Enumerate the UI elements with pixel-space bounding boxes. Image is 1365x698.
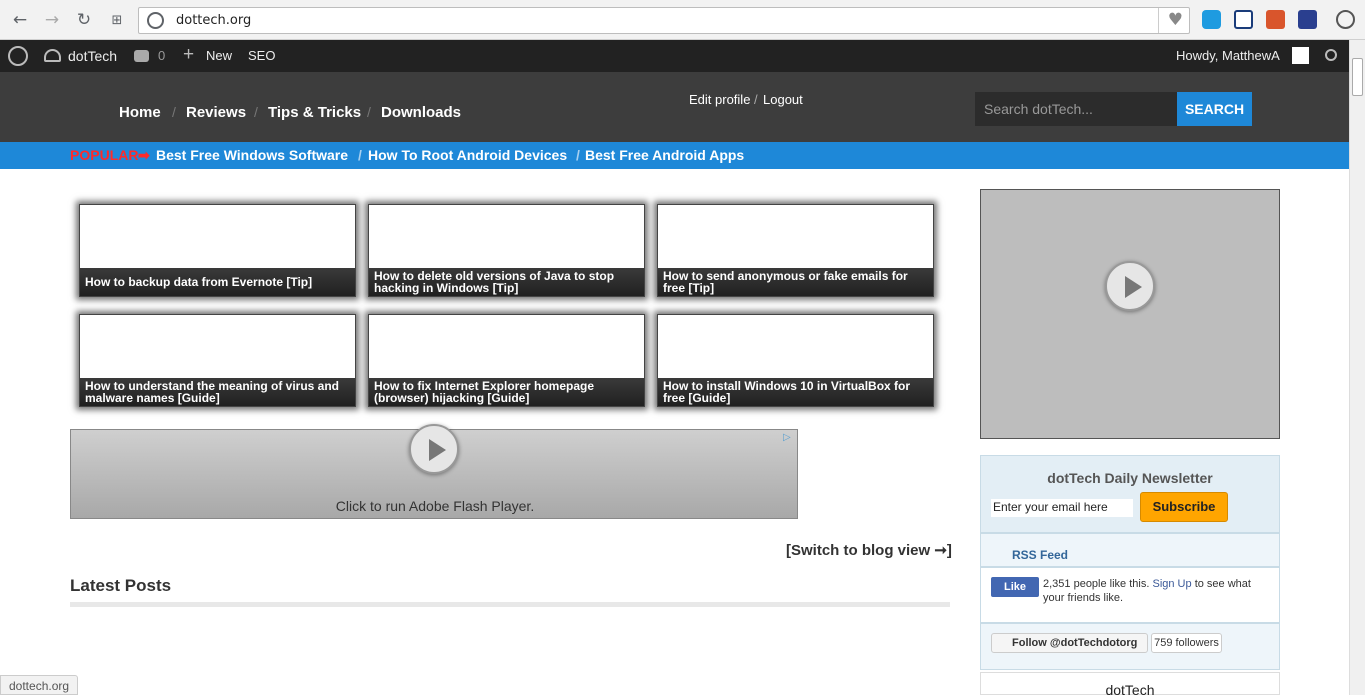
avatar[interactable] (1292, 47, 1309, 64)
popular-separator: / (358, 147, 362, 163)
sidebar-footer-box: dotTech (980, 672, 1280, 698)
featured-post-thumb[interactable]: How to backup data from Evernote [Tip] (79, 204, 356, 297)
latest-posts-heading: Latest Posts (70, 576, 172, 595)
site-header: Home / Reviews / Tips & Tricks / Downloa… (0, 72, 1349, 142)
nav-downloads[interactable]: Downloads (381, 104, 461, 121)
subscribe-button[interactable]: Subscribe (1140, 492, 1228, 522)
address-url: dottech.org (176, 13, 252, 28)
profile-separator: / (754, 92, 758, 107)
twitter-followers-count: 759 followers (1151, 633, 1222, 653)
download-icon[interactable] (1336, 10, 1355, 29)
featured-post-thumb[interactable]: How to fix Internet Explorer homepage (b… (368, 314, 645, 407)
logout-link[interactable]: Logout (763, 92, 803, 107)
popular-arrow-icon: ➡ (138, 147, 150, 163)
extension-circle-icon[interactable] (1202, 10, 1221, 29)
play-icon[interactable] (409, 424, 459, 474)
facebook-like-box: Like 2,351 people like this. Sign Up to … (980, 567, 1280, 623)
dashboard-icon[interactable] (44, 49, 61, 62)
admin-seo[interactable]: SEO (248, 48, 275, 63)
apps-grid-icon[interactable]: ⊞ (105, 8, 129, 32)
nav-home[interactable]: Home (119, 104, 161, 121)
featured-post-thumb[interactable]: How to delete old versions of Java to st… (368, 204, 645, 297)
popular-label: POPULAR (70, 147, 139, 163)
nav-separator: / (254, 104, 258, 120)
site-info-icon[interactable] (147, 12, 164, 29)
popular-link-android-apps[interactable]: Best Free Android Apps (585, 147, 744, 163)
admin-howdy[interactable]: Howdy, MatthewA (1176, 48, 1280, 63)
rss-feed-link[interactable]: RSS Feed (1012, 548, 1068, 562)
flash-message: Click to run Adobe Flash Player. (335, 498, 535, 514)
newsletter-email-input[interactable]: Enter your email here (991, 499, 1133, 517)
twitter-follow-button[interactable]: Follow @dotTechdotorg (991, 633, 1148, 653)
nav-tips-tricks[interactable]: Tips & Tricks (268, 104, 361, 121)
page-scrollbar[interactable] (1349, 40, 1365, 695)
admin-search-icon[interactable] (1325, 49, 1337, 61)
featured-post-title[interactable]: How to fix Internet Explorer homepage (b… (369, 378, 644, 406)
reload-icon[interactable]: ↻ (72, 8, 96, 32)
nav-separator: / (172, 104, 176, 120)
play-icon[interactable] (1105, 261, 1155, 311)
admin-new[interactable]: New (206, 48, 232, 63)
extension-user-icon[interactable] (1298, 10, 1317, 29)
flash-ad-banner[interactable]: Click to run Adobe Flash Player. ▷ (70, 424, 798, 519)
featured-post-title[interactable]: How to send anonymous or fake emails for… (658, 268, 933, 296)
popular-link-android-root[interactable]: How To Root Android Devices (368, 147, 567, 163)
search-button[interactable]: SEARCH (1177, 92, 1252, 126)
admin-site-name[interactable]: dotTech (68, 48, 117, 64)
facebook-like-count: 2,351 people like this. (1043, 578, 1150, 590)
featured-post-title[interactable]: How to delete old versions of Java to st… (369, 268, 644, 296)
rss-box: RSS Feed (980, 533, 1280, 567)
featured-post-title[interactable]: How to install Windows 10 in VirtualBox … (658, 378, 933, 406)
featured-post-thumb[interactable]: How to install Windows 10 in VirtualBox … (657, 314, 934, 407)
sidebar-footer-title: dotTech (1105, 682, 1155, 698)
newsletter-title: dotTech Daily Newsletter (1047, 470, 1213, 486)
featured-post-thumb[interactable]: How to understand the meaning of virus a… (79, 314, 356, 407)
browser-toolbar: ← → ↻ ⊞ dottech.org ♥ (0, 0, 1365, 40)
plus-icon[interactable]: + (183, 44, 194, 66)
status-url-bubble: dottech.org (0, 675, 79, 695)
popular-bar: POPULAR ➡ Best Free Windows Software / H… (0, 142, 1349, 169)
facebook-like-text: 2,351 people like this. Sign Up to see w… (1043, 577, 1273, 605)
heart-icon[interactable]: ♥ (1168, 10, 1183, 30)
adchoices-icon[interactable]: ▷ (783, 432, 791, 443)
facebook-like-button[interactable]: Like (991, 577, 1039, 597)
scrollbar-thumb[interactable] (1352, 58, 1363, 96)
nav-separator: / (367, 104, 371, 120)
sidebar-video-ad[interactable] (980, 189, 1280, 439)
address-divider (1158, 8, 1159, 33)
nav-reviews[interactable]: Reviews (186, 104, 246, 121)
newsletter-box: dotTech Daily Newsletter Enter your emai… (980, 455, 1280, 533)
forward-icon[interactable]: → (40, 8, 64, 32)
address-bar[interactable]: dottech.org ♥ (138, 7, 1190, 34)
wp-admin-bar: dotTech 0 + New SEO Howdy, MatthewA (0, 40, 1349, 72)
section-divider (70, 602, 950, 607)
twitter-box: Follow @dotTechdotorg 759 followers (980, 623, 1280, 670)
featured-post-title[interactable]: How to backup data from Evernote [Tip] (80, 268, 355, 296)
wordpress-icon[interactable] (8, 46, 28, 66)
switch-blog-view-link[interactable]: [Switch to blog view ➞] (786, 541, 952, 559)
extension-calendar-icon[interactable] (1266, 10, 1285, 29)
facebook-signup-link[interactable]: Sign Up (1152, 578, 1191, 590)
comment-icon[interactable] (134, 50, 149, 62)
extension-n-icon[interactable] (1234, 10, 1253, 29)
featured-post-thumb[interactable]: How to send anonymous or fake emails for… (657, 204, 934, 297)
featured-post-title[interactable]: How to understand the meaning of virus a… (80, 378, 355, 406)
popular-separator: / (576, 147, 580, 163)
search-input[interactable]: Search dotTech... (975, 92, 1177, 126)
back-icon[interactable]: ← (8, 8, 32, 32)
popular-link-windows[interactable]: Best Free Windows Software (156, 147, 348, 163)
edit-profile-link[interactable]: Edit profile (689, 92, 750, 107)
comment-count: 0 (158, 48, 166, 63)
